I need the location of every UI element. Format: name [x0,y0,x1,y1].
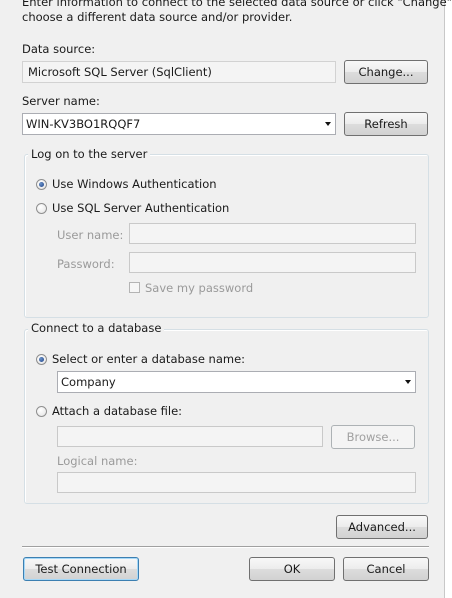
ok-button[interactable]: OK [249,557,335,581]
select-database-radio[interactable] [36,354,47,365]
server-name-value: WIN-KV3BO1RQQF7 [26,117,141,131]
logon-legend: Log on to the server [28,147,151,161]
data-source-label: Data source: [22,42,96,56]
save-password-checkbox[interactable] [129,282,140,293]
add-connection-dialog: Enter information to connect to the sele… [0,0,452,598]
server-name-combobox[interactable]: WIN-KV3BO1RQQF7 [22,113,336,135]
windows-auth-radio[interactable] [36,179,47,190]
password-label: Password: [57,257,115,271]
logical-name-input[interactable] [57,472,416,493]
chevron-down-icon[interactable] [325,122,331,126]
footer-separator [22,546,429,548]
advanced-button[interactable]: Advanced... [336,515,428,539]
test-connection-button[interactable]: Test Connection [23,557,139,581]
database-name-value: Company [61,375,116,389]
cancel-button[interactable]: Cancel [343,557,429,581]
change-button[interactable]: Change... [344,60,428,84]
attach-file-input[interactable] [57,426,323,447]
refresh-button[interactable]: Refresh [344,112,428,136]
intro-line-1: Enter information to connect to the sele… [22,0,452,9]
database-legend: Connect to a database [28,321,165,335]
sql-auth-radio[interactable] [36,203,47,214]
attach-database-label[interactable]: Attach a database file: [52,404,182,418]
sql-auth-label[interactable]: Use SQL Server Authentication [52,201,229,215]
save-password-label[interactable]: Save my password [145,281,253,295]
data-source-field: Microsoft SQL Server (SqlClient) [22,61,336,83]
windows-auth-label[interactable]: Use Windows Authentication [52,177,217,191]
intro-line-2: choose a different data source and/or pr… [22,10,293,24]
browse-button[interactable]: Browse... [331,425,415,449]
username-label: User name: [57,228,124,242]
password-input[interactable] [129,252,416,273]
chevron-down-icon[interactable] [405,380,411,384]
select-database-label[interactable]: Select or enter a database name: [52,352,245,366]
intro-text: Enter information to connect to the sele… [22,0,452,25]
logical-name-label: Logical name: [57,454,138,468]
server-name-label: Server name: [22,94,100,108]
database-name-combobox[interactable]: Company [57,371,416,393]
attach-database-radio[interactable] [36,406,47,417]
username-input[interactable] [129,223,416,244]
